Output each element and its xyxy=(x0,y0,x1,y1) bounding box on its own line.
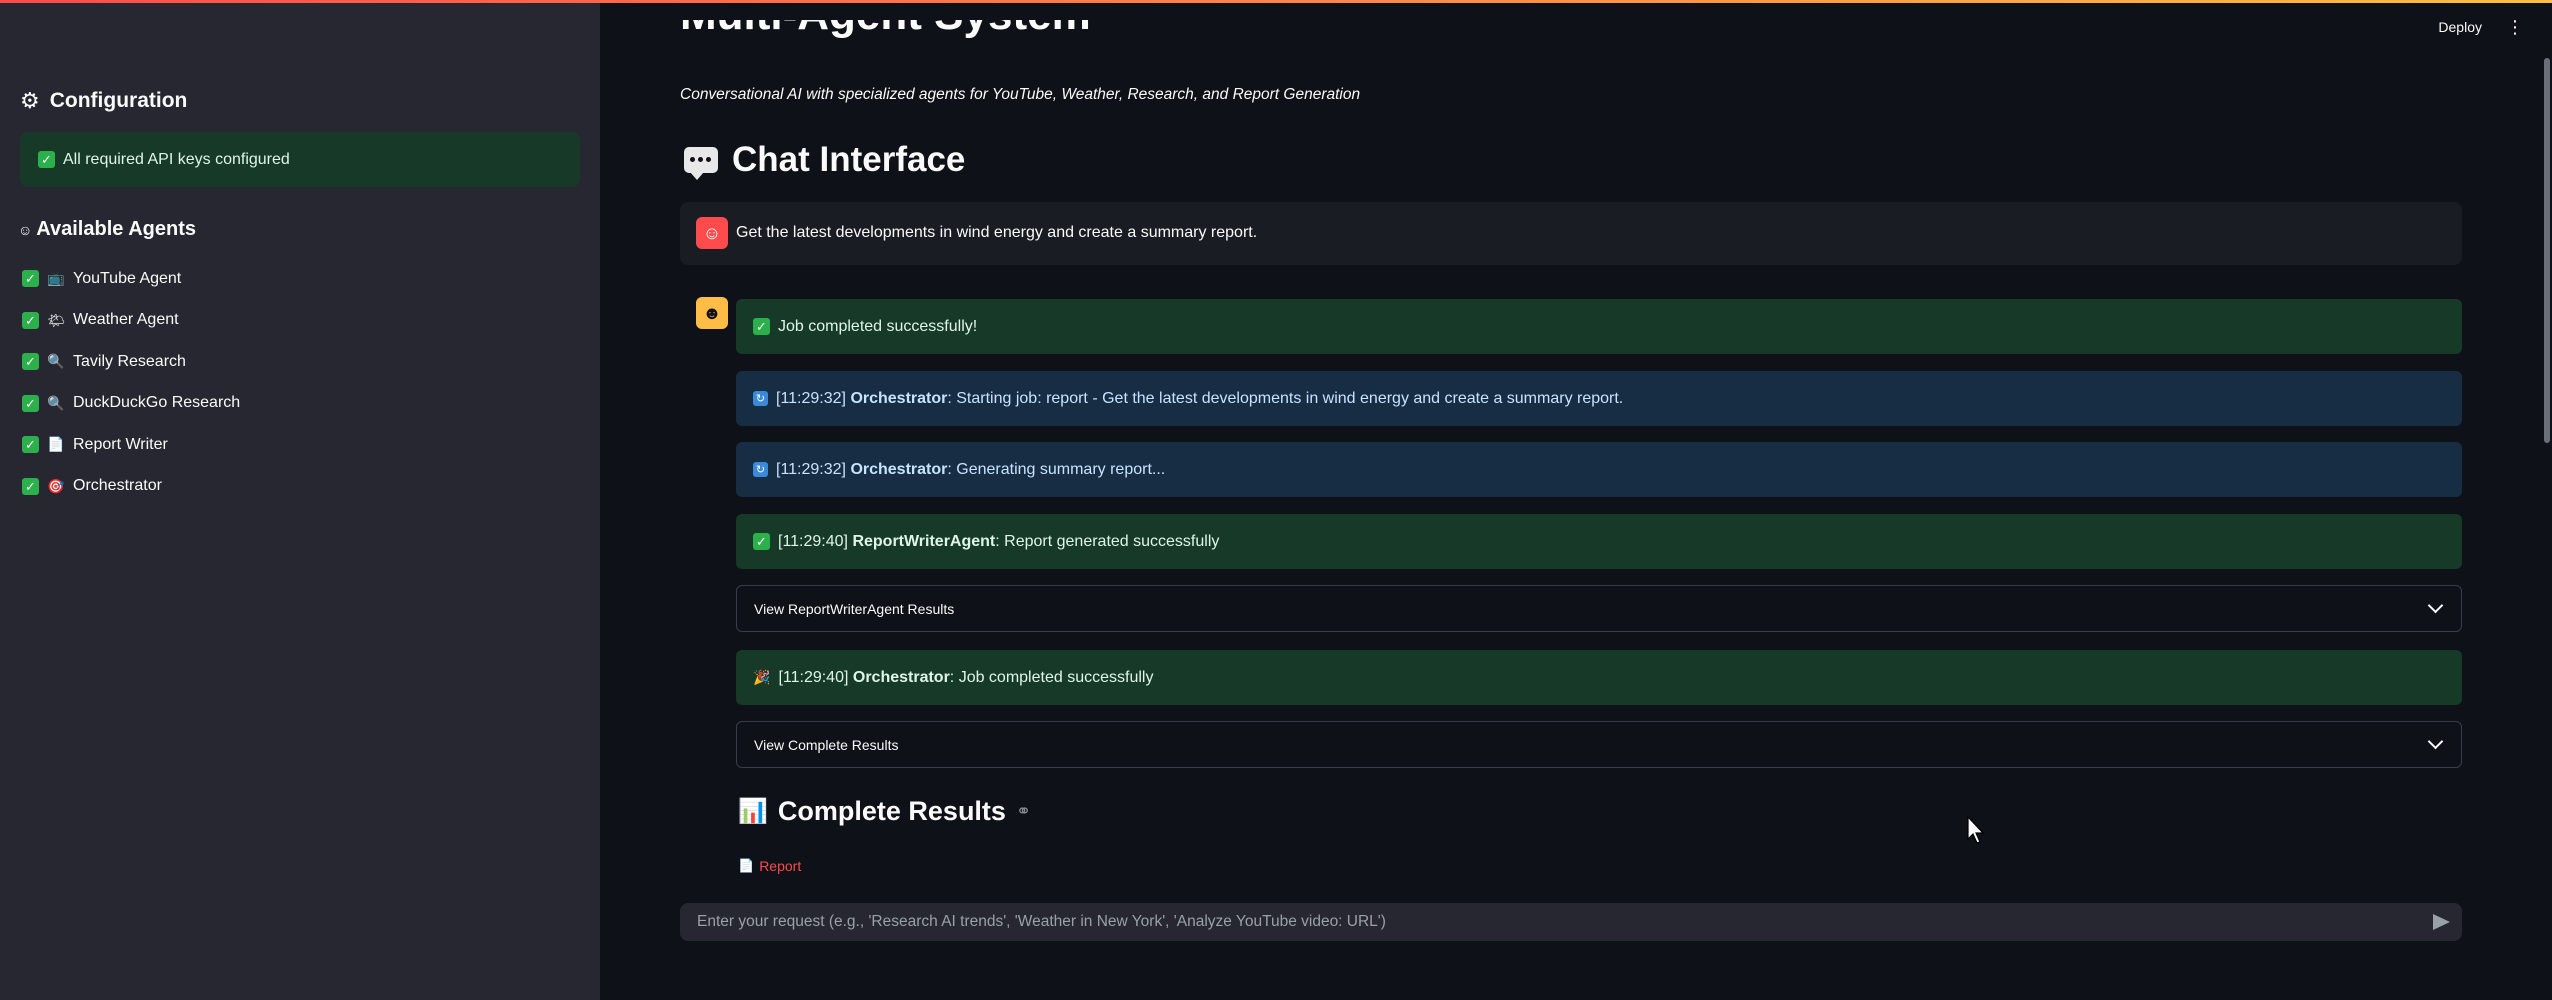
page-title: Multi-Agent System xyxy=(680,20,1091,40)
log-message: ↻ [11:29:32] Orchestrator: Starting job:… xyxy=(736,371,2462,426)
document-icon: 📄 xyxy=(47,436,65,453)
check-icon: ✓ xyxy=(22,477,39,495)
main-menu-icon[interactable]: ⋮ xyxy=(2506,17,2524,38)
log-agent: Orchestrator xyxy=(850,460,948,478)
user-message: ☺ Get the latest developments in wind en… xyxy=(680,202,2462,265)
log-text: : Report generated successfully xyxy=(995,532,1220,550)
log-text: : Generating summary report... xyxy=(947,460,1166,478)
job-status-text: Job completed successfully! xyxy=(778,317,978,335)
agent-item-report-writer: ✓ 📄 Report Writer xyxy=(22,424,240,466)
log-agent: Orchestrator xyxy=(850,389,948,407)
chat-input[interactable] xyxy=(680,903,2400,941)
agent-item-orchestrator: ✓ 🎯 Orchestrator xyxy=(22,466,240,508)
send-icon[interactable] xyxy=(2433,914,2450,930)
log-time: [11:29:32] xyxy=(776,460,846,478)
top-decoration-bar xyxy=(0,0,2552,3)
log-agent: Orchestrator xyxy=(852,668,950,686)
sun-cloud-icon: 🌤 xyxy=(47,311,65,328)
report-writer-results-expander[interactable]: View ReportWriterAgent Results xyxy=(736,585,2462,632)
agent-label: Report Writer xyxy=(73,435,168,453)
log-message: 🎉 [11:29:40] Orchestrator: Job completed… xyxy=(736,650,2462,705)
available-agents-title: Available Agents xyxy=(36,218,196,240)
log-message: ↻ [11:29:32] Orchestrator: Generating su… xyxy=(736,442,2462,497)
report-link-text[interactable]: Report xyxy=(759,858,801,874)
log-time: [11:29:40] xyxy=(778,532,848,550)
agent-item-youtube: ✓ 📺 YouTube Agent xyxy=(22,258,240,300)
user-avatar-icon: ☺ xyxy=(696,217,728,249)
page-title-container: Multi-Agent System xyxy=(680,20,1380,60)
magnifier-icon: 🔍 xyxy=(47,394,65,411)
agent-item-duckduckgo: ✓ 🔍 DuckDuckGo Research xyxy=(22,383,240,425)
agent-label: Weather Agent xyxy=(73,311,179,329)
agent-item-weather: ✓ 🌤 Weather Agent xyxy=(22,300,240,342)
configuration-title: Configuration xyxy=(49,89,188,112)
log-time: [11:29:32] xyxy=(776,389,846,407)
bar-chart-icon: 📊 xyxy=(738,798,768,825)
job-status-message: ✓ Job completed successfully! xyxy=(736,299,2462,354)
log-text: : Job completed successfully xyxy=(949,668,1154,686)
check-icon: ✓ xyxy=(38,151,55,168)
expander-label: View Complete Results xyxy=(754,736,899,753)
check-icon: ✓ xyxy=(22,394,39,412)
available-agents-header: ☺ Available Agents xyxy=(18,218,196,241)
check-icon: ✓ xyxy=(753,533,770,550)
refresh-icon: ↻ xyxy=(753,391,768,406)
chevron-down-icon xyxy=(2427,597,2444,614)
gear-icon: ⚙ xyxy=(20,88,40,113)
magnifier-icon: 🔍 xyxy=(47,353,65,370)
chevron-down-icon xyxy=(2427,733,2444,750)
page-subtitle: Conversational AI with specialized agent… xyxy=(680,86,1361,103)
complete-results-title: Complete Results xyxy=(777,796,1006,826)
user-message-text: Get the latest developments in wind ener… xyxy=(736,224,1258,241)
speech-bubble-icon xyxy=(684,147,718,180)
party-popper-icon: 🎉 xyxy=(753,669,771,685)
api-keys-status: ✓ All required API keys configured xyxy=(20,132,580,187)
configuration-header: ⚙ Configuration xyxy=(20,88,187,114)
sidebar: ⚙ Configuration ✓ All required API keys … xyxy=(0,0,600,1000)
document-icon: 📄 xyxy=(738,858,755,873)
tv-icon: 📺 xyxy=(47,270,65,287)
deploy-button[interactable]: Deploy xyxy=(2438,19,2482,35)
check-icon: ✓ xyxy=(22,270,39,288)
robot-icon: ☺ xyxy=(18,221,33,238)
log-text: : Starting job: report - Get the latest … xyxy=(947,389,1624,407)
assistant-avatar-icon: ☻ xyxy=(696,297,728,329)
check-icon: ✓ xyxy=(22,436,39,454)
agent-label: Orchestrator xyxy=(73,477,162,495)
log-agent: ReportWriterAgent xyxy=(852,532,996,550)
expander-label: View ReportWriterAgent Results xyxy=(754,600,955,617)
agent-label: DuckDuckGo Research xyxy=(73,394,241,412)
mouse-cursor-icon xyxy=(1967,815,1985,844)
check-icon: ✓ xyxy=(22,311,39,329)
agents-list: ✓ 📺 YouTube Agent ✓ 🌤 Weather Agent ✓ 🔍 … xyxy=(22,258,240,507)
report-link[interactable]: 📄 Report xyxy=(738,858,801,874)
agent-label: Tavily Research xyxy=(73,352,186,370)
api-keys-status-text: All required API keys configured xyxy=(63,150,290,168)
agent-label: YouTube Agent xyxy=(73,269,182,287)
chat-interface-header: Chat Interface xyxy=(684,140,965,180)
complete-results-header: 📊 Complete Results ⚭ xyxy=(738,796,1031,827)
scrollbar[interactable] xyxy=(2544,58,2550,443)
refresh-icon: ↻ xyxy=(753,462,768,477)
main-content: Deploy ⋮ Multi-Agent System Conversation… xyxy=(600,0,2552,1000)
chat-interface-title: Chat Interface xyxy=(732,140,966,179)
agent-item-tavily: ✓ 🔍 Tavily Research xyxy=(22,341,240,383)
complete-results-expander[interactable]: View Complete Results xyxy=(736,721,2462,768)
check-icon: ✓ xyxy=(22,353,39,371)
log-message: ✓ [11:29:40] ReportWriterAgent: Report g… xyxy=(736,514,2462,569)
anchor-link-icon[interactable]: ⚭ xyxy=(1016,801,1031,822)
check-icon: ✓ xyxy=(753,318,770,335)
log-time: [11:29:40] xyxy=(778,668,849,686)
target-icon: 🎯 xyxy=(47,477,65,494)
chat-input-bar xyxy=(680,903,2462,941)
